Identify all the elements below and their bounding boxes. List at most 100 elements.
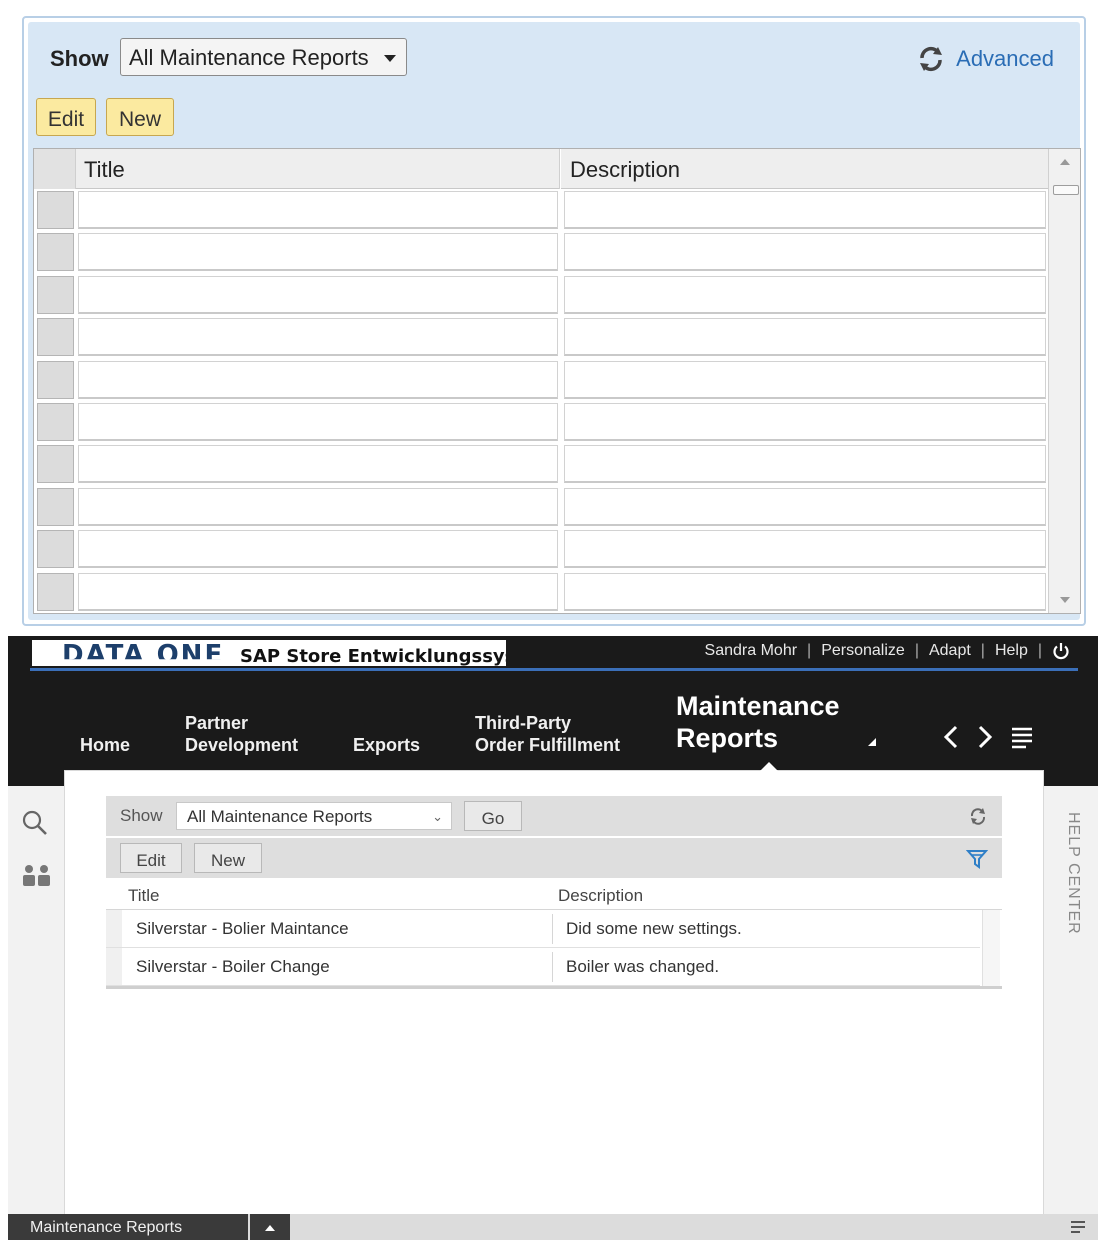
expand-tabs-button[interactable] [250, 1214, 290, 1240]
table-row[interactable] [34, 231, 1048, 273]
description-cell[interactable] [564, 445, 1046, 484]
user-name-link[interactable]: Sandra Mohr [705, 642, 798, 660]
system-name: SAP Store Entwicklungssystem [240, 646, 506, 666]
nav-third-party-order-fulfillment[interactable]: Third-Party Order Fulfillment [475, 712, 620, 756]
description-cell[interactable]: Did some new settings. [566, 919, 742, 939]
table-row[interactable] [34, 401, 1048, 443]
description-cell[interactable] [564, 530, 1046, 569]
search-icon[interactable] [20, 808, 50, 838]
row-selector[interactable] [37, 530, 74, 569]
advanced-search[interactable]: Advanced [916, 44, 1054, 74]
row-selector[interactable] [106, 948, 122, 985]
power-icon[interactable] [1052, 642, 1070, 660]
advanced-link[interactable]: Advanced [956, 46, 1054, 72]
new-button[interactable]: New [194, 843, 262, 873]
row-selector[interactable] [37, 572, 74, 611]
edit-button[interactable]: Edit [36, 98, 96, 136]
table-row[interactable] [34, 189, 1048, 231]
nav-dropdown-icon[interactable] [868, 738, 876, 746]
row-selector[interactable] [37, 191, 74, 229]
title-cell[interactable] [78, 191, 558, 229]
table-row[interactable] [34, 359, 1048, 401]
brand-logo: DATA ONE [62, 640, 225, 666]
title-cell[interactable] [78, 360, 558, 399]
description-cell[interactable] [564, 275, 1046, 314]
title-cell[interactable] [78, 233, 558, 272]
column-header-description[interactable]: Description [570, 157, 680, 183]
filter-icon[interactable] [966, 848, 988, 870]
title-cell[interactable]: Silverstar - Bolier Maintance [136, 919, 349, 939]
row-selector[interactable] [37, 318, 74, 357]
refresh-icon[interactable] [968, 806, 988, 826]
row-selector[interactable] [37, 402, 74, 441]
help-center-tab[interactable]: HELP CENTER [1064, 812, 1082, 935]
vertical-scrollbar[interactable] [982, 910, 1000, 986]
nav-home[interactable]: Home [80, 734, 130, 756]
select-all-cell[interactable] [34, 149, 76, 189]
description-cell[interactable] [564, 360, 1046, 399]
title-cell[interactable]: Silverstar - Boiler Change [136, 957, 330, 977]
column-header-title[interactable]: Title [128, 886, 160, 906]
description-cell[interactable] [564, 318, 1046, 357]
menu-icon[interactable] [1070, 1220, 1086, 1234]
show-filter-select[interactable]: All Maintenance Reports ⌄ [176, 802, 452, 830]
title-cell[interactable] [78, 487, 558, 526]
show-label: Show [50, 46, 109, 71]
description-cell[interactable] [564, 191, 1046, 229]
title-cell[interactable] [78, 445, 558, 484]
table-row[interactable] [34, 274, 1048, 316]
row-selector[interactable] [37, 275, 74, 314]
scroll-up-icon[interactable] [1060, 159, 1070, 165]
description-cell[interactable] [564, 487, 1046, 526]
column-divider [552, 914, 553, 944]
title-cell[interactable] [78, 275, 558, 314]
row-selector[interactable] [37, 445, 74, 484]
nav-maintenance-reports-active[interactable]: Maintenance Reports [676, 690, 840, 754]
table-row[interactable] [34, 443, 1048, 485]
title-cell[interactable] [78, 402, 558, 441]
chevron-left-icon[interactable] [943, 725, 958, 749]
description-cell[interactable] [564, 233, 1046, 272]
personalize-link[interactable]: Personalize [821, 642, 905, 660]
help-link[interactable]: Help [995, 642, 1028, 660]
table-header: Title Description [106, 880, 1002, 910]
filter-bar: Show All Maintenance Reports ⌄ Go [106, 796, 1002, 836]
table-row[interactable]: Silverstar - Boiler Change Boiler was cha… [106, 948, 980, 986]
nav-partner-development[interactable]: Partner Development [185, 712, 298, 756]
table-row[interactable] [34, 316, 1048, 358]
scroll-down-icon[interactable] [1060, 597, 1070, 603]
column-header-title[interactable]: Title [84, 157, 125, 183]
table-row[interactable]: Silverstar - Bolier Maintance Did some ne… [106, 910, 980, 948]
show-filter-value: All Maintenance Reports [187, 807, 373, 826]
table-row[interactable] [34, 571, 1048, 613]
chevron-down-icon: ⌄ [432, 809, 443, 824]
row-selector[interactable] [106, 910, 122, 947]
title-cell[interactable] [78, 318, 558, 357]
row-selector[interactable] [37, 233, 74, 272]
table-row[interactable] [34, 528, 1048, 570]
adapt-link[interactable]: Adapt [929, 642, 971, 660]
show-filter-select[interactable]: All Maintenance Reports [120, 38, 407, 76]
new-button[interactable]: New [106, 98, 174, 136]
table-bottom-border [106, 986, 1002, 989]
title-cell[interactable] [78, 572, 558, 611]
chevron-right-icon[interactable] [978, 725, 993, 749]
menu-icon[interactable] [1012, 727, 1032, 749]
maintenance-reports-panel: Show All Maintenance Reports Advanced Ed… [22, 16, 1086, 626]
row-selector[interactable] [37, 360, 74, 399]
edit-button[interactable]: Edit [120, 843, 182, 873]
title-cell[interactable] [78, 530, 558, 569]
description-cell[interactable] [564, 402, 1046, 441]
row-selector[interactable] [37, 487, 74, 526]
column-header-description[interactable]: Description [558, 886, 643, 906]
open-tab-maintenance-reports[interactable]: Maintenance Reports [8, 1214, 248, 1240]
nav-exports[interactable]: Exports [353, 734, 420, 756]
vertical-scrollbar[interactable] [1048, 149, 1080, 613]
users-icon[interactable] [20, 861, 54, 891]
description-cell[interactable] [564, 572, 1046, 611]
table-row[interactable] [34, 486, 1048, 528]
go-button[interactable]: Go [464, 801, 522, 831]
scroll-thumb[interactable] [1053, 185, 1079, 195]
description-cell[interactable]: Boiler was changed. [566, 957, 719, 977]
shell-header: DATA ONE SAP Store Entwicklungssystem Sa… [8, 636, 1098, 786]
